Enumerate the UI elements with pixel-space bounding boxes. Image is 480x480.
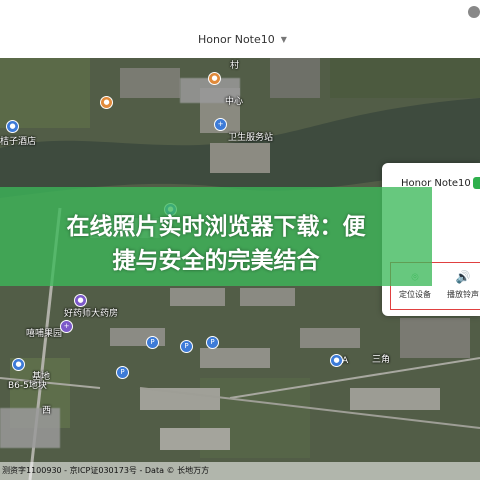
map-label-san-jiao: 三角 [372, 355, 391, 365]
map-label-health-station: 卫生服务站 [228, 133, 274, 143]
poi-marker-icon[interactable]: ● [208, 72, 221, 85]
poi-marker-icon[interactable]: ● [12, 358, 25, 371]
play-sound-label: 播放铃声 [447, 290, 479, 299]
banner-line-1: 在线照片实时浏览器下载：便 [66, 214, 366, 240]
hotel-marker-icon[interactable]: ● [6, 120, 19, 133]
overlay-banner: 在线照片实时浏览器下载：便 捷与安全的完美结合 [0, 187, 432, 286]
map-attribution: 测资字1100930 - 京ICP证030173号 - Data © 长地万方 [0, 462, 480, 480]
map-label-village: 村 [230, 61, 240, 71]
shop-marker-icon[interactable]: ● [74, 294, 87, 307]
map-label-pharmacy: 好药师大药房 [64, 309, 119, 319]
banner-line-2: 捷与安全的完美结合 [112, 248, 320, 274]
device-selector-label: Honor Note10 [198, 32, 275, 46]
speaker-icon: 🔊 [455, 270, 471, 284]
online-status-badge [473, 177, 480, 189]
pharmacy-marker-icon[interactable]: + [60, 320, 73, 333]
parking-marker-icon[interactable]: P [180, 340, 193, 353]
chevron-down-icon: ▼ [280, 34, 287, 44]
parking-marker-icon[interactable]: P [116, 366, 129, 379]
poi-marker-icon[interactable]: ● [330, 354, 343, 367]
play-sound-button[interactable]: 🔊 播放铃声 [439, 263, 480, 309]
top-bar: Honor Note10 ▼ [0, 0, 480, 58]
map-label-west: 西 [42, 406, 52, 416]
parking-marker-icon[interactable]: P [206, 336, 219, 349]
account-avatar[interactable] [468, 6, 480, 18]
hospital-marker-icon[interactable]: + [214, 118, 227, 131]
parking-marker-icon[interactable]: P [146, 336, 159, 349]
map-label-fruit: 嘻哺果园 [26, 329, 63, 339]
map-label-center: 中心 [225, 97, 244, 107]
device-selector[interactable]: Honor Note10 ▼ [198, 30, 287, 48]
map-label-hotel: 桔子酒店 [0, 137, 37, 147]
locate-device-label: 定位设备 [399, 290, 431, 299]
poi-marker-icon[interactable]: ● [100, 96, 113, 109]
map-label-b65: B6-5地块 [8, 381, 47, 391]
